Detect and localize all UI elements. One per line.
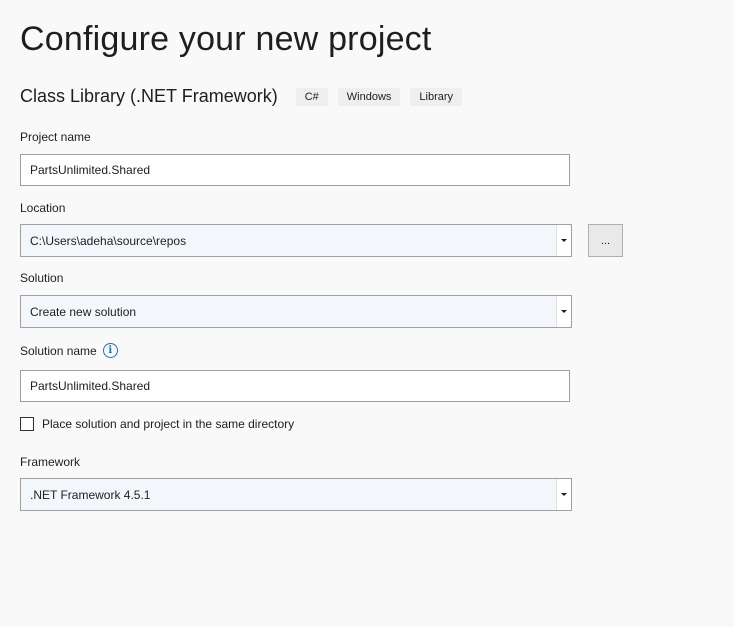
- tag-language: C#: [295, 87, 328, 106]
- location-label: Location: [20, 201, 66, 215]
- solution-label: Solution: [20, 271, 64, 285]
- solution-dropdown[interactable]: Create new solution: [20, 295, 572, 328]
- browse-location-button[interactable]: ...: [588, 224, 623, 257]
- framework-dropdown[interactable]: .NET Framework 4.5.1: [20, 478, 572, 511]
- solution-name-input[interactable]: PartsUnlimited.Shared: [20, 370, 570, 402]
- solution-name-label-row: Solution name i: [20, 343, 118, 358]
- template-header: Class Library (.NET Framework) C# Window…: [20, 86, 472, 107]
- configure-project-page: Configure your new project Class Library…: [0, 0, 734, 627]
- solution-name-value: PartsUnlimited.Shared: [30, 379, 151, 393]
- solution-name-label: Solution name: [20, 343, 97, 358]
- solution-value: Create new solution: [30, 304, 137, 319]
- same-directory-checkbox[interactable]: [20, 417, 34, 431]
- page-title: Configure your new project: [20, 20, 432, 58]
- location-combobox[interactable]: C:\Users\adeha\source\repos: [20, 224, 572, 257]
- project-name-input[interactable]: PartsUnlimited.Shared: [20, 154, 570, 186]
- template-name: Class Library (.NET Framework): [20, 86, 278, 106]
- browse-label: ...: [600, 234, 611, 247]
- tag-platform: Windows: [337, 87, 401, 106]
- location-value: C:\Users\adeha\source\repos: [30, 233, 187, 248]
- framework-value: .NET Framework 4.5.1: [30, 487, 151, 502]
- chevron-down-icon: [561, 239, 567, 242]
- chevron-down-icon: [561, 310, 567, 313]
- solution-dropdown-button[interactable]: [556, 296, 571, 327]
- framework-dropdown-button[interactable]: [556, 479, 571, 510]
- same-directory-label: Place solution and project in the same d…: [42, 417, 295, 431]
- framework-label: Framework: [20, 455, 81, 469]
- project-name-label: Project name: [20, 130, 91, 144]
- location-dropdown-button[interactable]: [556, 225, 571, 256]
- info-icon[interactable]: i: [102, 343, 118, 358]
- tag-project-type: Library: [410, 87, 463, 106]
- same-directory-option[interactable]: Place solution and project in the same d…: [20, 417, 294, 431]
- project-name-value: PartsUnlimited.Shared: [30, 163, 151, 177]
- chevron-down-icon: [561, 493, 567, 496]
